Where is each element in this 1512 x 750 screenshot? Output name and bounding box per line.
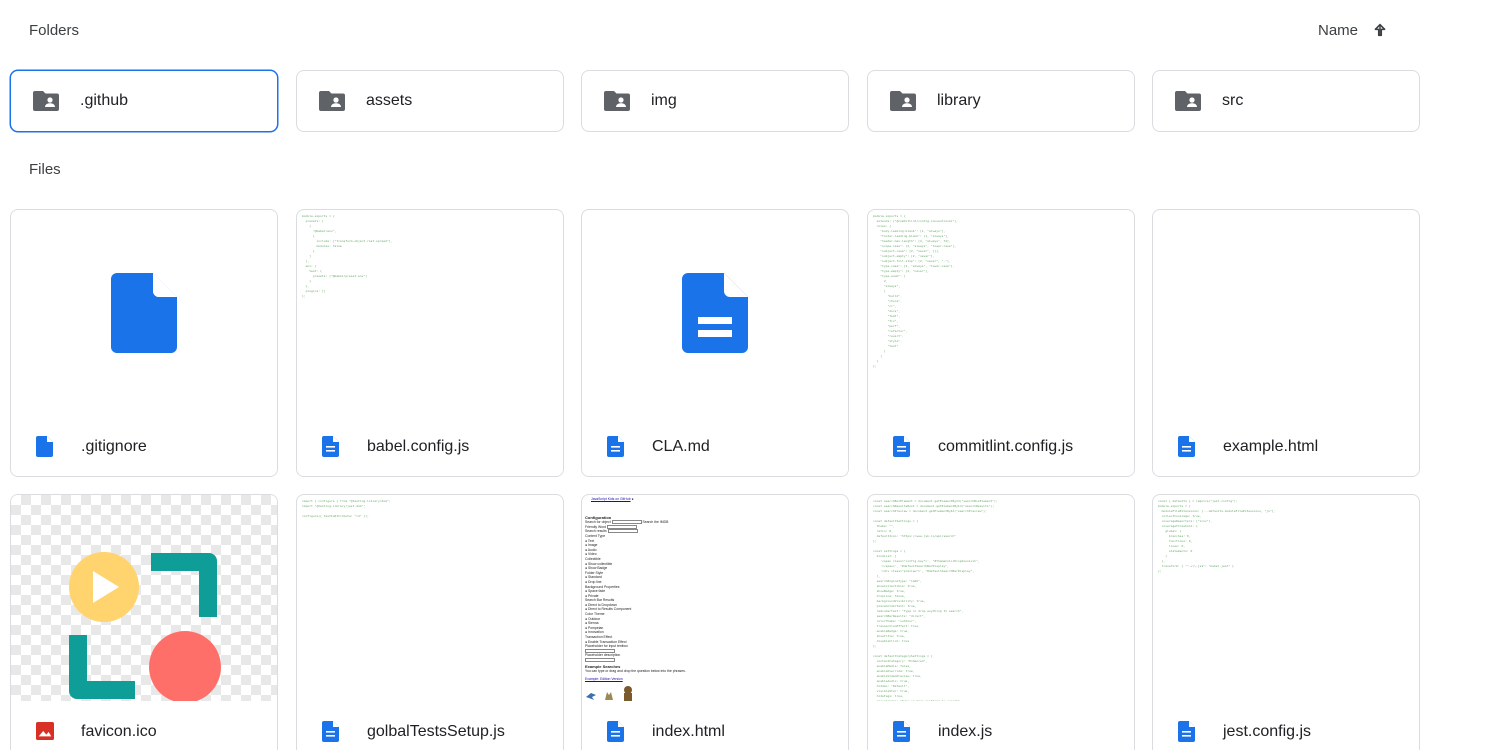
file-label: commitlint.config.js xyxy=(938,438,1074,455)
bird-sprite xyxy=(586,693,596,701)
file-footer: golbalTestsSetup.js xyxy=(297,701,563,750)
dog-sprite xyxy=(624,686,632,701)
file-label: index.html xyxy=(652,723,725,740)
file-footer: CLA.md xyxy=(582,416,848,476)
file-footer: example.html xyxy=(1153,416,1419,476)
file-footer: index.html xyxy=(582,701,848,750)
file-card-example-html[interactable]: example.html xyxy=(1152,209,1420,477)
file-card-index-html[interactable]: JavaScript Kids on GitHub ● Configuratio… xyxy=(581,494,849,750)
file-card-golbal-tests-setup[interactable]: import { configure } from "@testing-libr… xyxy=(296,494,564,750)
file-icon xyxy=(36,436,54,458)
file-label: golbalTestsSetup.js xyxy=(367,723,505,740)
folder-src[interactable]: src xyxy=(1152,70,1420,132)
file-preview xyxy=(1153,210,1419,416)
doc-icon xyxy=(1178,721,1196,743)
file-label: index.js xyxy=(938,723,993,740)
doc-icon xyxy=(607,436,625,458)
large-doc-icon xyxy=(682,273,748,353)
folder-label: src xyxy=(1222,92,1244,109)
folder-github[interactable]: .github xyxy=(10,70,278,132)
file-preview: JavaScript Kids on GitHub ● Configuratio… xyxy=(582,495,848,701)
folder-label: assets xyxy=(366,92,413,109)
file-footer: index.js xyxy=(868,701,1134,750)
file-footer: babel.config.js xyxy=(297,416,563,476)
file-preview: module.exports = { presets: [ [ "@babel/… xyxy=(302,214,393,298)
arrow-up-icon[interactable] xyxy=(1370,20,1390,40)
file-footer: commitlint.config.js xyxy=(868,416,1134,476)
file-preview xyxy=(11,210,277,416)
folder-shared-icon xyxy=(890,91,916,111)
file-card-cla[interactable]: CLA.md xyxy=(581,209,849,477)
folder-shared-icon xyxy=(319,91,345,111)
image-icon xyxy=(36,721,54,743)
file-label: CLA.md xyxy=(652,438,710,455)
file-footer: favicon.ico xyxy=(11,701,277,750)
file-footer: .gitignore xyxy=(11,416,277,476)
folders-heading: Folders xyxy=(29,22,80,39)
file-preview xyxy=(11,495,277,701)
folder-label: img xyxy=(651,92,677,109)
file-card-babel-config[interactable]: module.exports = { presets: [ [ "@babel/… xyxy=(296,209,564,477)
file-label: example.html xyxy=(1223,438,1319,455)
file-label: favicon.ico xyxy=(81,723,157,740)
doc-icon xyxy=(893,721,911,743)
folder-shared-icon xyxy=(33,91,59,111)
sort-control[interactable]: Name xyxy=(1318,20,1390,40)
file-preview: import { configure } from "@testing-libr… xyxy=(302,499,391,518)
folder-assets[interactable]: assets xyxy=(296,70,564,132)
doc-icon xyxy=(893,436,911,458)
file-label: babel.config.js xyxy=(367,438,470,455)
file-label: .gitignore xyxy=(81,438,147,455)
doc-icon xyxy=(607,721,625,743)
file-preview: const { defaults } = require("jest-confi… xyxy=(1158,499,1276,573)
file-label: jest.config.js xyxy=(1223,723,1312,740)
favicon-preview-image xyxy=(69,552,221,701)
file-preview: const searchBoxElement = document.getEle… xyxy=(873,499,998,701)
folder-label: library xyxy=(937,92,981,109)
doc-icon xyxy=(1178,436,1196,458)
doc-icon xyxy=(322,721,340,743)
folder-library[interactable]: library xyxy=(867,70,1135,132)
file-preview xyxy=(582,210,848,416)
files-heading: Files xyxy=(29,161,61,178)
file-card-favicon[interactable]: favicon.ico xyxy=(10,494,278,750)
folder-shared-icon xyxy=(1175,91,1201,111)
file-card-commitlint-config[interactable]: module.exports = { extends: ["@commitlin… xyxy=(867,209,1135,477)
file-card-index-js[interactable]: const searchBoxElement = document.getEle… xyxy=(867,494,1135,750)
file-card-gitignore[interactable]: .gitignore xyxy=(10,209,278,477)
file-preview: module.exports = { extends: ["@commitlin… xyxy=(873,214,958,368)
doc-icon xyxy=(322,436,340,458)
folder-shared-icon xyxy=(604,91,630,111)
file-footer: jest.config.js xyxy=(1153,701,1419,750)
folder-img[interactable]: img xyxy=(581,70,849,132)
large-file-icon xyxy=(111,273,177,353)
folder-label: .github xyxy=(80,92,129,109)
sort-label[interactable]: Name xyxy=(1318,22,1358,39)
file-card-jest-config[interactable]: const { defaults } = require("jest-confi… xyxy=(1152,494,1420,750)
fox-sprite xyxy=(605,692,613,701)
